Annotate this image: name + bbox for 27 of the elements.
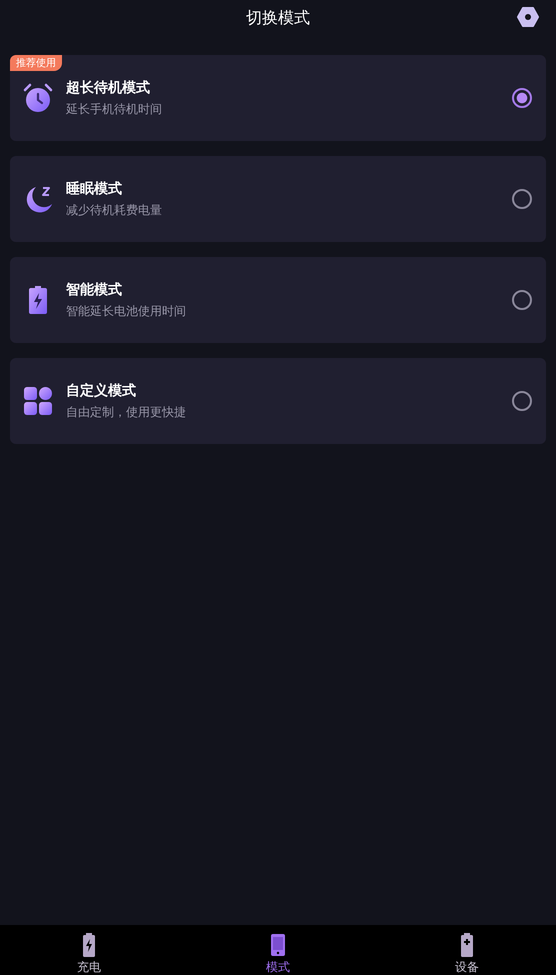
radio-button[interactable]	[512, 290, 532, 310]
mode-description: 自由定制，使用更快捷	[66, 404, 187, 420]
mode-description: 延长手机待机时间	[66, 100, 163, 118]
mode-title: 自定义模式	[66, 382, 137, 400]
settings-icon[interactable]	[517, 6, 539, 28]
battery-plus-icon	[460, 933, 474, 957]
mode-card[interactable]: 推荐使用 超长待机模式 延长手机待机时间	[10, 55, 546, 141]
mode-title: 智能模式	[66, 280, 123, 298]
radio-button[interactable]	[512, 391, 532, 411]
mode-card[interactable]: 自定义模式 自由定制，使用更快捷	[10, 358, 546, 444]
mode-title: 睡眠模式	[66, 180, 123, 198]
mode-title: 超长待机模式	[66, 78, 151, 96]
battery-icon	[82, 933, 96, 957]
mode-description: 智能延长电池使用时间	[66, 302, 187, 320]
mode-card[interactable]: 睡眠模式 减少待机耗费电量	[10, 156, 546, 242]
mode-description: 减少待机耗费电量	[66, 202, 163, 218]
alarm-clock-icon	[23, 83, 53, 113]
nav-tab[interactable]: 模式	[249, 925, 307, 975]
nav-tab[interactable]: 充电	[60, 925, 118, 975]
page-title: 切换模式	[246, 8, 310, 28]
phone-icon	[270, 933, 286, 957]
radio-button[interactable]	[512, 88, 532, 108]
recommend-badge: 推荐使用	[10, 55, 62, 71]
mode-card[interactable]: 智能模式 智能延长电池使用时间	[10, 257, 546, 343]
nav-tab[interactable]: 设备	[438, 925, 496, 975]
grid-icon	[23, 386, 53, 416]
radio-button[interactable]	[512, 189, 532, 209]
